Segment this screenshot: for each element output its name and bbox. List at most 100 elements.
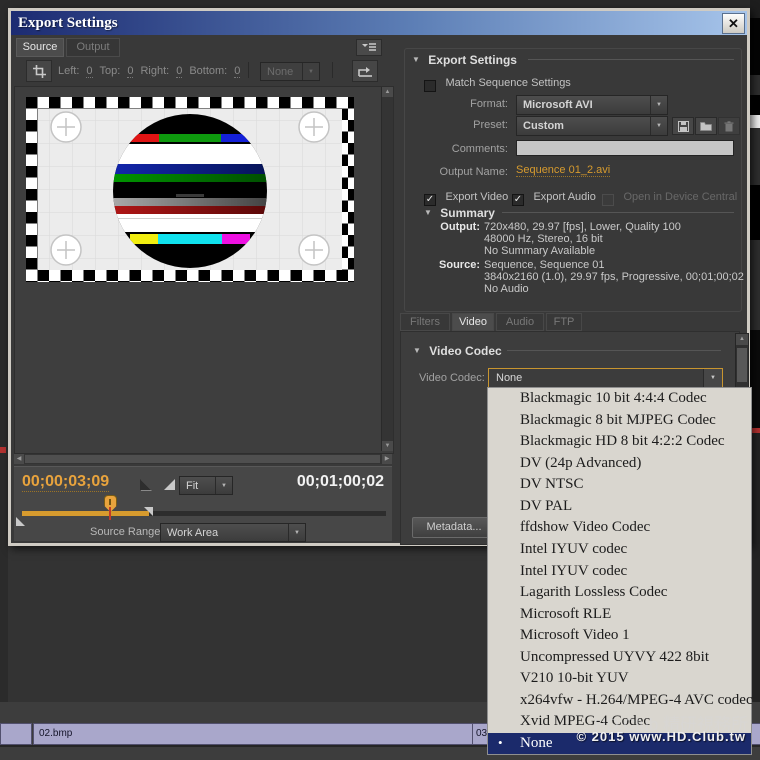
preview-vertical-scrollbar[interactable]: ▲ ▼: [381, 87, 393, 451]
save-icon: [678, 121, 689, 132]
save-preset-button[interactable]: [672, 117, 694, 135]
codec-menu-item[interactable]: Microsoft RLE: [488, 603, 751, 625]
scrollbar-thumb[interactable]: [25, 455, 380, 463]
checkbox-checked-icon[interactable]: ✓: [424, 194, 436, 206]
folder-icon: [700, 121, 712, 131]
scrollbar-thumb[interactable]: [737, 348, 747, 382]
chevron-down-icon: ▼: [215, 477, 232, 494]
video-codec-dropdown[interactable]: None ▼: [488, 368, 723, 388]
crop-right-value[interactable]: 0: [176, 65, 182, 78]
tab-video[interactable]: Video: [452, 313, 494, 331]
open-device-central-label: Open in Device Central: [623, 191, 737, 203]
codec-menu-item[interactable]: ffdshow Video Codec: [488, 517, 751, 539]
background-strip-left: [0, 0, 8, 702]
chevron-down-icon: ▼: [703, 369, 722, 387]
codec-menu-item[interactable]: V210 10-bit YUV: [488, 668, 751, 690]
scroll-down-icon[interactable]: ▼: [382, 441, 393, 451]
summary-output-label: Output:: [404, 221, 480, 233]
codec-menu-item[interactable]: DV NTSC: [488, 474, 751, 496]
tab-source[interactable]: Source: [16, 38, 64, 57]
set-out-point-icon[interactable]: [164, 479, 175, 490]
scroll-left-icon[interactable]: ◀: [14, 454, 24, 464]
comments-label: Comments:: [404, 143, 508, 155]
timeline-clip: 02.bmp: [33, 723, 477, 745]
close-button[interactable]: ✕: [722, 13, 745, 34]
codec-menu-item-label: DV (24p Advanced): [520, 455, 641, 472]
summary-header[interactable]: ▼ Summary: [424, 206, 495, 220]
codec-menu-item[interactable]: x264vfw - H.264/MPEG-4 AVC codec: [488, 689, 751, 711]
codec-menu-item[interactable]: Uncompressed UYVY 422 8bit: [488, 646, 751, 668]
timeline-clip-fragment: [0, 723, 32, 745]
codec-menu-item-label: Lagarith Lossless Codec: [520, 584, 667, 601]
tab-output[interactable]: Output: [66, 38, 120, 57]
format-label: Format:: [404, 98, 508, 110]
codec-menu: Blackmagic 10 bit 4:4:4 CodecBlackmagic …: [487, 387, 752, 755]
summary-source-label: Source:: [404, 259, 480, 271]
current-timecode[interactable]: 00;00;03;09: [22, 473, 109, 492]
comments-input[interactable]: [516, 140, 734, 156]
summary-source-line1: Sequence, Sequence 01: [484, 259, 605, 271]
collapse-triangle-icon: ▼: [412, 55, 420, 64]
preview-horizontal-scrollbar[interactable]: ◀ ▶: [14, 454, 392, 464]
checkbox-checked-icon[interactable]: ✓: [512, 194, 524, 206]
delete-preset-button[interactable]: [718, 117, 740, 135]
chevron-down-icon: ▼: [288, 524, 305, 541]
preset-label: Preset:: [404, 119, 508, 131]
zoom-level-value: Fit: [180, 480, 215, 492]
scroll-right-icon[interactable]: ▶: [382, 454, 392, 464]
export-audio-checkbox[interactable]: ✓ Export Audio: [512, 187, 596, 206]
codec-menu-item-label: Blackmagic HD 8 bit 4:2:2 Codec: [520, 433, 725, 450]
export-settings-header[interactable]: ▼ Export Settings: [412, 53, 517, 67]
codec-menu-item[interactable]: Lagarith Lossless Codec: [488, 582, 751, 604]
scroll-up-icon[interactable]: ▲: [736, 334, 748, 345]
video-codec-label: Video Codec:: [419, 372, 485, 384]
codec-menu-item-label: Intel IYUV codec: [520, 541, 627, 558]
overlay-settings-button[interactable]: [352, 60, 378, 82]
tab-audio[interactable]: Audio: [496, 313, 544, 331]
work-area-bar[interactable]: [22, 511, 149, 516]
output-name-link[interactable]: Sequence 01_2.avi: [516, 164, 610, 177]
codec-menu-item-label: ffdshow Video Codec: [520, 519, 650, 536]
codec-menu-item[interactable]: DV (24p Advanced): [488, 453, 751, 475]
scroll-up-icon[interactable]: ▲: [382, 87, 393, 97]
summary-source-line2: 3840x2160 (1.0), 29.97 fps, Progressive,…: [484, 271, 744, 283]
crop-button[interactable]: [26, 60, 52, 82]
header-rule: [502, 212, 734, 213]
set-in-point-icon[interactable]: [140, 479, 151, 490]
crop-bottom-value[interactable]: 0: [234, 65, 240, 78]
checkbox-icon[interactable]: ✓: [424, 80, 436, 92]
work-area-end-marker[interactable]: [144, 507, 153, 516]
video-codec-header-label: Video Codec: [429, 344, 501, 358]
codec-menu-item[interactable]: Blackmagic 10 bit 4:4:4 Codec: [488, 388, 751, 410]
crop-left-value[interactable]: 0: [86, 65, 92, 78]
header-rule: [528, 59, 734, 60]
work-area-start-marker[interactable]: [16, 517, 25, 526]
codec-menu-item[interactable]: DV PAL: [488, 496, 751, 518]
overlay-settings-icon: [358, 66, 373, 77]
zoom-level-dropdown[interactable]: Fit ▼: [179, 476, 233, 495]
tab-filters[interactable]: Filters: [400, 313, 450, 331]
crop-top-value[interactable]: 0: [127, 65, 133, 78]
source-range-dropdown[interactable]: Work Area ▼: [160, 523, 306, 542]
codec-menu-item[interactable]: Intel IYUV codec: [488, 560, 751, 582]
format-dropdown[interactable]: Microsoft AVI ▼: [516, 95, 668, 115]
video-codec-header[interactable]: ▼ Video Codec: [413, 344, 502, 358]
summary-output-line1: 720x480, 29.97 [fps], Lower, Quality 100: [484, 221, 681, 233]
dialog-titlebar[interactable]: Export Settings: [11, 11, 747, 35]
toolbar-separator: [248, 62, 249, 78]
match-sequence-checkbox[interactable]: ✓ Match Sequence Settings: [424, 73, 571, 92]
preset-dropdown[interactable]: Custom ▼: [516, 116, 668, 136]
crop-aspect-dropdown[interactable]: None ▼: [260, 62, 320, 81]
codec-menu-item[interactable]: Microsoft Video 1: [488, 625, 751, 647]
panel-menu-button[interactable]: [356, 39, 382, 56]
video-codec-value: None: [489, 372, 703, 384]
dialog-title: Export Settings: [11, 15, 118, 32]
tab-ftp[interactable]: FTP: [546, 313, 582, 331]
codec-menu-item[interactable]: Intel IYUV codec: [488, 539, 751, 561]
import-preset-button[interactable]: [695, 117, 717, 135]
codec-menu-item[interactable]: Blackmagic HD 8 bit 4:2:2 Codec: [488, 431, 751, 453]
metadata-button[interactable]: Metadata...: [412, 517, 496, 538]
source-range-value: Work Area: [161, 527, 288, 539]
export-video-checkbox[interactable]: ✓ Export Video: [424, 187, 508, 206]
codec-menu-item[interactable]: Blackmagic 8 bit MJPEG Codec: [488, 410, 751, 432]
